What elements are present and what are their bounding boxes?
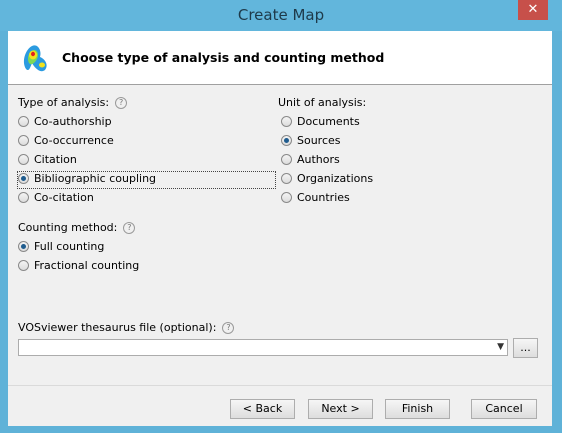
radio-button-icon[interactable]: [18, 154, 29, 165]
radio-countries[interactable]: Countries: [281, 191, 350, 207]
radio-button-icon[interactable]: [281, 116, 292, 127]
radio-label: Citation: [34, 153, 77, 166]
vosviewer-logo-icon: [23, 45, 47, 72]
radio-label: Co-occurrence: [34, 134, 114, 147]
radio-button-selected-icon[interactable]: [18, 241, 29, 252]
wizard-title: Choose type of analysis and counting met…: [62, 50, 385, 65]
back-button[interactable]: < Back: [230, 399, 295, 419]
radio-label: Documents: [297, 115, 360, 128]
radio-button-selected-icon[interactable]: [18, 173, 29, 184]
help-icon[interactable]: ?: [123, 222, 136, 234]
browse-button[interactable]: ...: [513, 338, 538, 358]
unit-label: Unit of analysis:: [278, 96, 367, 109]
thesaurus-group-label: VOSviewer thesaurus file (optional):?: [18, 321, 235, 334]
radio-label: Bibliographic coupling: [34, 172, 157, 185]
thesaurus-label: VOSviewer thesaurus file (optional):: [18, 321, 217, 334]
analysis-group-label: Type of analysis:?: [18, 96, 128, 109]
radio-button-icon[interactable]: [18, 260, 29, 271]
radio-label: Co-citation: [34, 191, 94, 204]
wizard-body: Type of analysis:? Co-authorship Co-occu…: [8, 85, 552, 385]
radio-label: Authors: [297, 153, 340, 166]
radio-label: Countries: [297, 191, 350, 204]
next-button[interactable]: Next >: [308, 399, 373, 419]
radio-button-icon[interactable]: [18, 192, 29, 203]
close-button[interactable]: ✕: [518, 0, 548, 20]
dialog-client: Choose type of analysis and counting met…: [8, 31, 552, 426]
cancel-button[interactable]: Cancel: [471, 399, 537, 419]
radio-label: Full counting: [34, 240, 105, 253]
chevron-down-icon[interactable]: ▼: [497, 342, 504, 352]
radio-documents[interactable]: Documents: [281, 115, 360, 131]
radio-button-icon[interactable]: [18, 135, 29, 146]
counting-label: Counting method:: [18, 221, 118, 234]
finish-button[interactable]: Finish: [385, 399, 450, 419]
radio-label: Co-authorship: [34, 115, 112, 128]
radio-fractional-counting[interactable]: Fractional counting: [18, 259, 139, 275]
counting-group-label: Counting method:?: [18, 221, 136, 234]
radio-button-selected-icon[interactable]: [281, 135, 292, 146]
radio-authors[interactable]: Authors: [281, 153, 340, 169]
radio-button-icon[interactable]: [18, 116, 29, 127]
radio-button-icon[interactable]: [281, 173, 292, 184]
wizard-footer: < Back Next > Finish Cancel: [8, 385, 552, 426]
window-title: Create Map: [237, 6, 325, 24]
thesaurus-file-combo[interactable]: ▼: [18, 339, 508, 356]
radio-co-citation[interactable]: Co-citation: [18, 191, 94, 207]
wizard-header: Choose type of analysis and counting met…: [8, 31, 552, 84]
analysis-label: Type of analysis:: [18, 96, 110, 109]
radio-sources[interactable]: Sources: [281, 134, 341, 150]
radio-citation[interactable]: Citation: [18, 153, 77, 169]
radio-label: Fractional counting: [34, 259, 140, 272]
radio-button-icon[interactable]: [281, 192, 292, 203]
radio-button-icon[interactable]: [281, 154, 292, 165]
radio-co-authorship[interactable]: Co-authorship: [18, 115, 112, 131]
title-bar: Create Map ✕: [0, 0, 562, 31]
radio-label: Sources: [297, 134, 341, 147]
radio-label: Organizations: [297, 172, 374, 185]
radio-co-occurrence[interactable]: Co-occurrence: [18, 134, 114, 150]
help-icon[interactable]: ?: [222, 322, 235, 334]
radio-full-counting[interactable]: Full counting: [18, 240, 104, 256]
help-icon[interactable]: ?: [115, 97, 128, 109]
radio-bibliographic-coupling[interactable]: Bibliographic coupling: [17, 171, 276, 189]
radio-organizations[interactable]: Organizations: [281, 172, 373, 188]
